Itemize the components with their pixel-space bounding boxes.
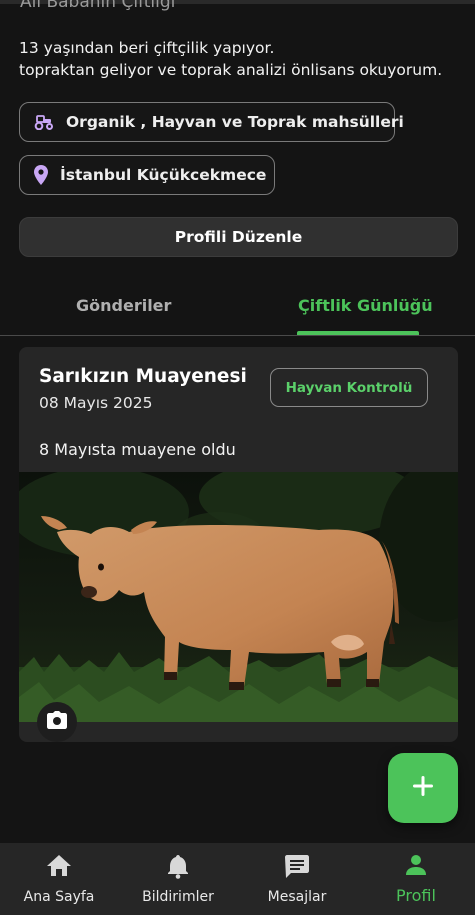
entry-photo[interactable]	[19, 472, 458, 722]
diary-entry-card[interactable]: Sarıkızın Muayenesi 08 Mayıs 2025 Hayvan…	[19, 347, 458, 742]
bottom-navigation: Ana Sayfa Bildirimler Mesajlar Profil	[0, 843, 475, 915]
location-chip[interactable]: İstanbul Küçükcekmece	[19, 155, 275, 195]
entry-category-badge[interactable]: Hayvan Kontrolü	[270, 368, 428, 407]
location-label: İstanbul Küçükcekmece	[60, 166, 267, 184]
nav-profile[interactable]: Profil	[357, 843, 475, 915]
nav-messages[interactable]: Mesajlar	[238, 843, 356, 915]
plus-icon	[412, 775, 434, 801]
location-pin-icon	[34, 165, 48, 185]
entry-body: 8 Mayısta muayene oldu	[39, 440, 236, 459]
nav-messages-label: Mesajlar	[267, 889, 327, 905]
edit-profile-button[interactable]: Profili Düzenle	[19, 217, 458, 257]
person-icon	[357, 853, 475, 879]
tab-posts[interactable]: Gönderiler	[76, 296, 171, 315]
tab-farm-diary[interactable]: Çiftlik Günlüğü	[298, 296, 433, 315]
camera-button[interactable]	[37, 702, 77, 742]
nav-home[interactable]: Ana Sayfa	[0, 843, 118, 915]
camera-icon	[47, 711, 67, 733]
profile-name: Ali Babanın Çiftliği	[20, 0, 176, 12]
home-icon	[0, 853, 118, 879]
interests-label: Organik , Hayvan ve Toprak mahsülleri	[66, 113, 404, 131]
entry-title: Sarıkızın Muayenesi	[39, 366, 247, 387]
add-entry-button[interactable]	[388, 753, 458, 823]
tab-divider	[0, 335, 475, 336]
bio-line: 13 yaşından beri çiftçilik yapıyor.	[19, 39, 275, 57]
nav-notifications-label: Bildirimler	[142, 889, 214, 905]
entry-date: 08 Mayıs 2025	[39, 394, 153, 412]
message-icon	[238, 853, 356, 879]
nav-profile-label: Profil	[396, 886, 436, 905]
bell-icon	[119, 853, 237, 879]
nav-home-label: Ana Sayfa	[23, 889, 95, 905]
tractor-icon	[34, 112, 54, 132]
nav-notifications[interactable]: Bildirimler	[119, 843, 237, 915]
bio-line: topraktan geliyor ve toprak analizi önli…	[19, 61, 443, 79]
profile-bio: 13 yaşından beri çiftçilik yapıyor. topr…	[19, 37, 442, 81]
interests-chip[interactable]: Organik , Hayvan ve Toprak mahsülleri	[19, 102, 404, 142]
